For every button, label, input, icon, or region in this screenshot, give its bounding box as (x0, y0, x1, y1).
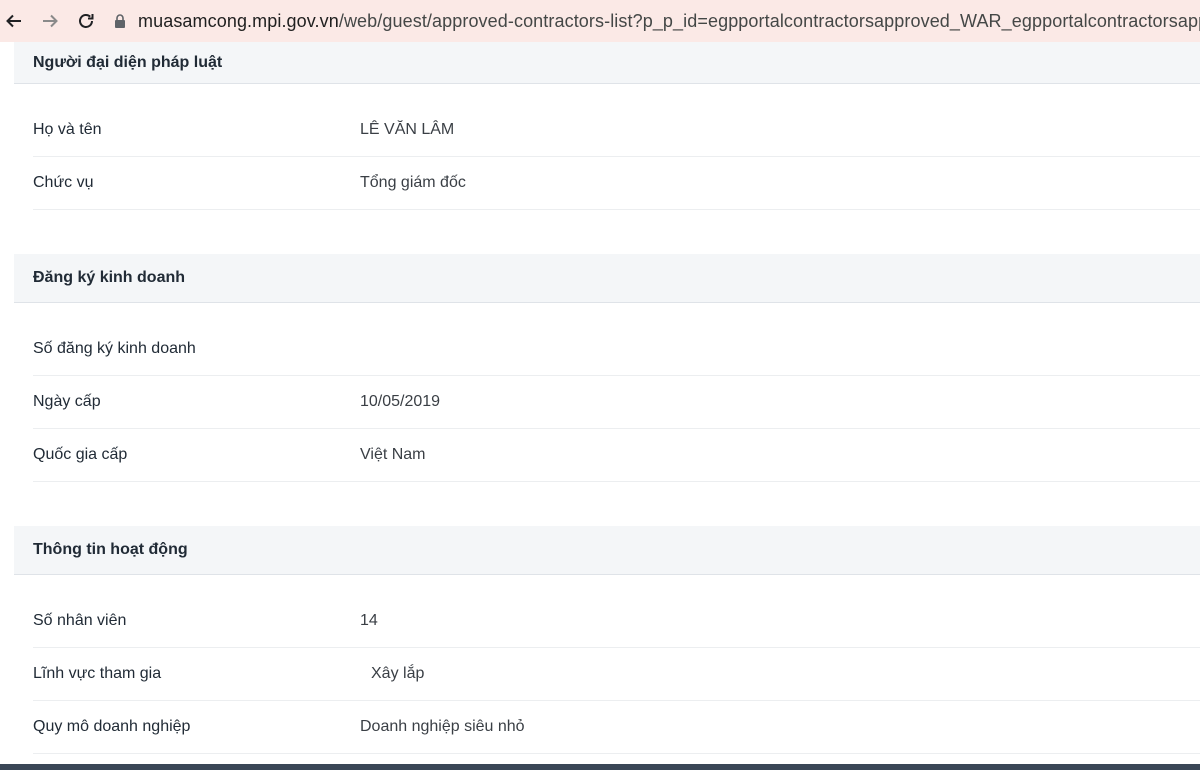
reload-button[interactable] (68, 3, 104, 39)
address-bar[interactable]: muasamcong.mpi.gov.vn/web/guest/approved… (114, 5, 1200, 37)
info-row-issue-date: Ngày cấp 10/05/2019 (33, 376, 1200, 429)
url-text: muasamcong.mpi.gov.vn/web/guest/approved… (138, 11, 1200, 32)
info-row-employee-count: Số nhân viên 14 (33, 595, 1200, 648)
url-host: muasamcong.mpi.gov.vn (138, 10, 339, 31)
browser-toolbar: muasamcong.mpi.gov.vn/web/guest/approved… (0, 0, 1200, 42)
row-value: Việt Nam (360, 446, 426, 463)
row-value: Doanh nghiệp siêu nhỏ (360, 718, 525, 735)
row-label: Quy mô doanh nghiệp (33, 718, 191, 735)
info-row-registration-number: Số đăng ký kinh doanh (33, 323, 1200, 376)
info-row-field-of-participation: Lĩnh vực tham gia Xây lắp (33, 648, 1200, 701)
forward-button[interactable] (32, 3, 68, 39)
url-path: /web/guest/approved-contractors-list?p_p… (338, 10, 1200, 31)
row-value: 10/05/2019 (360, 393, 441, 410)
info-row-full-name: Họ và tên LÊ VĂN LÂM (33, 104, 1200, 157)
row-label: Ngày cấp (33, 393, 101, 410)
page-content: Người đại diện pháp luật Họ và tên LÊ VĂ… (0, 42, 1200, 764)
window-bottom-edge (0, 764, 1200, 770)
row-label: Số đăng ký kinh doanh (33, 340, 196, 357)
row-label: Quốc gia cấp (33, 446, 128, 463)
row-value: Xây lắp (371, 665, 425, 682)
arrow-left-icon (4, 11, 24, 31)
arrow-right-icon (40, 11, 60, 31)
reload-icon (76, 11, 96, 31)
section-header-business-registration: Đăng ký kinh doanh (14, 254, 1200, 303)
section-header-operation-info: Thông tin hoạt động (14, 526, 1200, 575)
row-label: Chức vụ (33, 174, 94, 191)
row-label: Lĩnh vực tham gia (33, 665, 162, 682)
back-button[interactable] (0, 3, 32, 39)
info-row-position: Chức vụ Tổng giám đốc (33, 157, 1200, 210)
lock-icon (114, 13, 126, 29)
row-value: Tổng giám đốc (360, 174, 466, 191)
row-label: Họ và tên (33, 121, 102, 138)
info-row-issuing-country: Quốc gia cấp Việt Nam (33, 429, 1200, 482)
row-label: Số nhân viên (33, 612, 127, 629)
row-value: 14 (360, 612, 378, 629)
row-value: LÊ VĂN LÂM (360, 121, 455, 138)
section-header-legal-representative: Người đại diện pháp luật (14, 42, 1200, 84)
info-row-business-size: Quy mô doanh nghiệp Doanh nghiệp siêu nh… (33, 701, 1200, 754)
